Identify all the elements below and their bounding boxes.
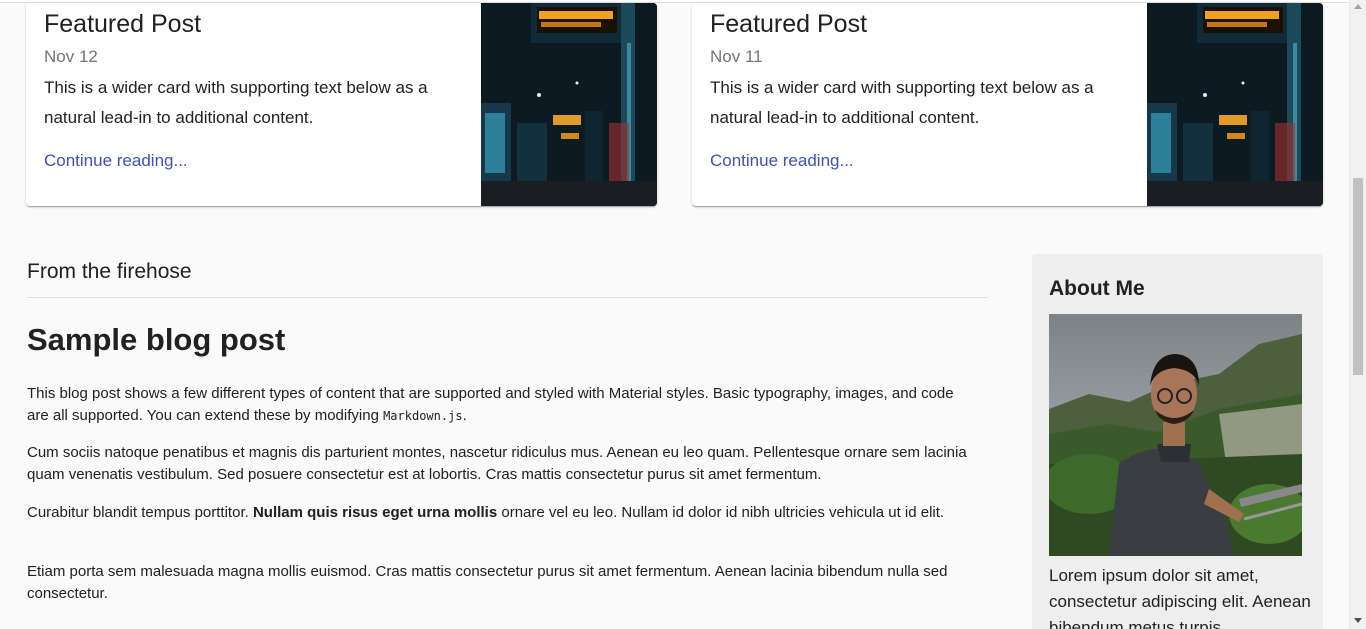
scroll-thumb[interactable]: [1353, 178, 1363, 375]
featured-card-text: This is a wider card with supporting tex…: [44, 78, 428, 127]
section-divider: [27, 297, 988, 298]
inline-code: Markdown.js: [383, 409, 463, 423]
post-paragraph-1: This blog post shows a few different typ…: [27, 383, 972, 427]
paragraph-text: Curabitur blandit tempus porttitor.: [27, 504, 253, 521]
post-paragraph-4: Etiam porta sem malesuada magna mollis e…: [27, 563, 948, 602]
featured-card-title: Featured Post: [44, 10, 202, 38]
profile-photo: [1049, 314, 1302, 556]
bold-text: Nullam quis risus eget urna mollis: [252, 504, 498, 521]
scroll-down-arrow-icon[interactable]: [1354, 618, 1362, 623]
featured-card-1[interactable]: Featured Post Nov 12 This is a wider car…: [26, 3, 657, 206]
featured-card-image: [1147, 3, 1323, 206]
featured-card-body: Featured Post Nov 12 This is a wider car…: [44, 3, 464, 173]
featured-card-date: Nov 12: [44, 47, 98, 66]
continue-reading-link[interactable]: Continue reading...: [44, 149, 464, 173]
featured-card-image: [481, 3, 657, 206]
post-paragraph-3: Curabitur blandit tempus porttitor. Null…: [27, 502, 972, 524]
post-paragraph-2: Cum sociis natoque penatibus et magnis d…: [27, 444, 967, 483]
section-title: From the firehose: [27, 260, 192, 283]
featured-card-text: This is a wider card with supporting tex…: [710, 78, 1094, 127]
page-scrollbar[interactable]: [1349, 0, 1366, 629]
paragraph-text: ornare vel eu leo. Nullam id dolor id ni…: [497, 504, 945, 521]
paragraph-text: This blog post shows a few different typ…: [27, 385, 954, 424]
featured-card-title: Featured Post: [710, 10, 868, 38]
featured-card-date: Nov 11: [710, 47, 763, 66]
continue-reading-link[interactable]: Continue reading...: [710, 149, 1130, 173]
post-title: Sample blog post: [27, 322, 286, 357]
sidebar-title: About Me: [1049, 277, 1145, 300]
scroll-up-arrow-icon[interactable]: [1354, 4, 1362, 9]
featured-card-2[interactable]: Featured Post Nov 11 This is a wider car…: [692, 3, 1323, 206]
featured-card-body: Featured Post Nov 11 This is a wider car…: [710, 3, 1130, 173]
paragraph-text: .: [462, 407, 467, 424]
about-me-sidebar: About Me Lorem ipsum dolor sit amet, con…: [1032, 254, 1323, 629]
sidebar-text: Lorem ipsum dolor sit amet, consectetur …: [1049, 566, 1311, 629]
